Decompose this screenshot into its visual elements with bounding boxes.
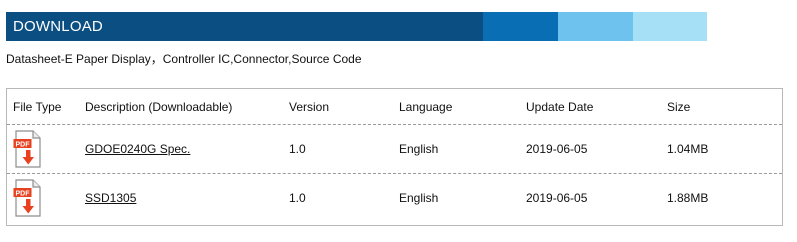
banner-segment-dark: DOWNLOAD	[6, 12, 483, 41]
table-row: PDF GDOE0240G Spec. 1.0 English 2019-06-…	[7, 125, 782, 174]
svg-text:PDF: PDF	[16, 190, 31, 197]
description-cell: GDOE0240G Spec.	[85, 125, 190, 173]
description-download-link[interactable]: SSD1305	[85, 191, 136, 205]
header-description: Description (Downloadable)	[85, 99, 233, 114]
size-cell: 1.04MB	[667, 142, 709, 156]
version-cell: 1.0	[289, 142, 306, 156]
header-version: Version	[289, 99, 330, 114]
pdf-download-icon[interactable]: PDF	[13, 125, 43, 173]
update-date-cell: 2019-06-05	[526, 142, 588, 156]
version-cell: 1.0	[289, 191, 306, 205]
update-date-cell: 2019-06-05	[526, 191, 588, 205]
banner-segment-medium	[483, 12, 558, 41]
size-cell: 1.88MB	[667, 191, 709, 205]
header-language: Language	[399, 99, 453, 114]
language-cell: English	[399, 191, 439, 205]
svg-text:PDF: PDF	[16, 141, 31, 148]
description-download-link[interactable]: GDOE0240G Spec.	[85, 142, 190, 156]
download-banner: DOWNLOAD	[6, 12, 707, 41]
banner-title: DOWNLOAD	[13, 18, 103, 35]
banner-segment-lightest	[633, 12, 707, 41]
description-cell: SSD1305	[85, 174, 136, 222]
header-update-date: Update Date	[526, 99, 594, 114]
section-subtitle: Datasheet-E Paper Display，Controller IC,…	[6, 52, 362, 66]
language-cell: English	[399, 142, 439, 156]
pdf-download-icon[interactable]: PDF	[13, 174, 43, 222]
table-header-row: File Type Description (Downloadable) Ver…	[7, 89, 782, 125]
table-row: PDF SSD1305 1.0 English 2019-06-05 1.88M…	[7, 174, 782, 222]
downloads-table: File Type Description (Downloadable) Ver…	[6, 88, 783, 226]
header-size: Size	[667, 99, 691, 114]
header-file-type: File Type	[13, 99, 62, 114]
banner-segment-light	[558, 12, 633, 41]
